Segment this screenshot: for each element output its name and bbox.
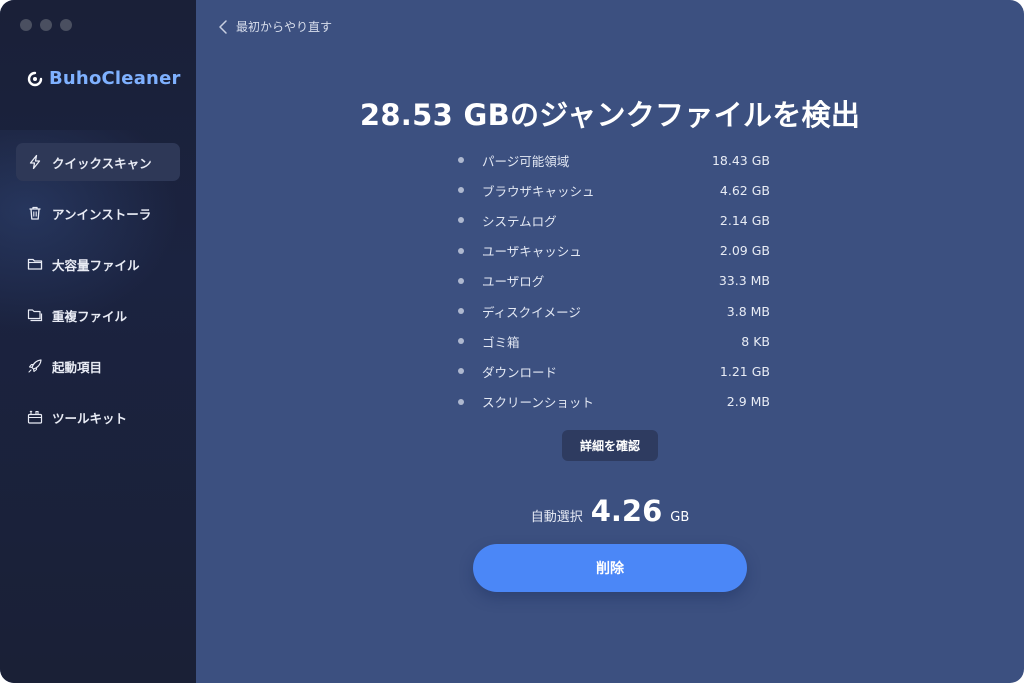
category-size: 2.9 MB — [726, 394, 770, 410]
sidebar-nav: クイックスキャン アンインストーラ 大容量ファイル 重複ファイル 起動項目 ツー… — [16, 143, 180, 449]
category-label: ブラウザキャッシュ — [482, 183, 595, 199]
app-window: BuhoCleaner クイックスキャン アンインストーラ 大容量ファイル 重複… — [0, 0, 1024, 683]
auto-select-label: 自動選択 — [530, 510, 583, 525]
sidebar-item-label: クイックスキャン — [52, 155, 152, 171]
sidebar-item-label: 起動項目 — [52, 359, 103, 375]
list-item: パージ可能領域 18.43 GB — [458, 145, 770, 175]
category-label: ユーザログ — [482, 274, 545, 290]
main-panel: 最初からやり直す 28.53 GBのジャンクファイルを検出 パージ可能領域 18.… — [196, 0, 1024, 683]
sidebar-item-toolkit[interactable]: ツールキット — [16, 398, 180, 436]
list-item: ゴミ箱 8 KB — [458, 326, 770, 356]
category-size: 18.43 GB — [711, 152, 770, 168]
scan-result-title: 28.53 GBのジャンクファイルを検出 — [196, 92, 1024, 134]
bullet-icon — [458, 368, 464, 375]
rocket-icon — [28, 359, 42, 373]
zoom-window-button[interactable] — [60, 19, 72, 31]
window-controls — [20, 19, 72, 31]
app-brand: BuhoCleaner — [27, 68, 181, 89]
category-label: パージ可能領域 — [482, 153, 570, 169]
sidebar-item-duplicate-files[interactable]: 重複ファイル — [16, 296, 180, 334]
sidebar-item-startup-items[interactable]: 起動項目 — [16, 347, 180, 385]
list-item: ブラウザキャッシュ 4.62 GB — [458, 175, 770, 205]
view-details-button[interactable]: 詳細を確認 — [562, 430, 658, 461]
list-item: ダウンロード 1.21 GB — [458, 356, 770, 386]
bullet-icon — [458, 277, 464, 284]
folder-icon — [27, 258, 43, 270]
sidebar-item-label: 重複ファイル — [52, 308, 128, 324]
sidebar-item-label: アンインストーラ — [52, 206, 152, 222]
sidebar-item-quick-scan[interactable]: クイックスキャン — [16, 143, 180, 181]
auto-select-amount: 4.26 — [590, 494, 663, 528]
auto-select-unit: GB — [670, 510, 690, 525]
sidebar-item-large-files[interactable]: 大容量ファイル — [16, 245, 180, 283]
bullet-icon — [458, 308, 464, 315]
lightning-icon — [29, 154, 41, 170]
sidebar-item-uninstaller[interactable]: アンインストーラ — [16, 194, 180, 232]
delete-button[interactable]: 削除 — [473, 544, 747, 592]
minimize-window-button[interactable] — [40, 19, 52, 31]
bullet-icon — [458, 157, 464, 164]
headline-suffix: のジャンクファイルを検出 — [510, 98, 861, 132]
bullet-icon — [458, 398, 464, 405]
category-size: 1.21 GB — [719, 363, 770, 379]
category-label: ダウンロード — [482, 364, 558, 380]
bullet-icon — [458, 338, 464, 345]
sidebar-item-label: ツールキット — [52, 410, 128, 426]
list-item: システムログ 2.14 GB — [458, 205, 770, 235]
total-junk-unit: GB — [463, 98, 510, 132]
list-item: ディスクイメージ 3.8 MB — [458, 296, 770, 326]
sidebar-item-label: 大容量ファイル — [52, 257, 140, 273]
start-over-label: 最初からやり直す — [236, 20, 333, 34]
app-name: BuhoCleaner — [49, 68, 181, 89]
chevron-left-icon — [219, 19, 227, 34]
category-size: 4.62 GB — [719, 182, 770, 198]
owl-logo-icon — [27, 71, 43, 86]
category-size: 2.09 GB — [719, 243, 770, 259]
duplicate-folder-icon — [27, 309, 43, 322]
list-item: スクリーンショット 2.9 MB — [458, 387, 770, 417]
bullet-icon — [458, 187, 464, 194]
category-label: ディスクイメージ — [482, 304, 581, 320]
category-size: 8 KB — [741, 333, 770, 349]
bullet-icon — [458, 247, 464, 254]
category-size: 3.8 MB — [726, 303, 770, 319]
list-item: ユーザキャッシュ 2.09 GB — [458, 236, 770, 266]
sidebar: BuhoCleaner クイックスキャン アンインストーラ 大容量ファイル 重複… — [0, 0, 196, 683]
list-item: ユーザログ 33.3 MB — [458, 266, 770, 296]
category-size: 33.3 MB — [718, 273, 770, 289]
auto-selected-summary: 自動選択 4.26 GB — [196, 494, 1024, 528]
trash-icon — [29, 206, 41, 220]
category-label: システムログ — [482, 213, 557, 229]
total-junk-size: 28.53 — [359, 98, 454, 132]
category-label: ゴミ箱 — [482, 334, 520, 350]
start-over-link[interactable]: 最初からやり直す — [218, 18, 332, 35]
category-label: スクリーンショット — [482, 395, 594, 411]
category-label: ユーザキャッシュ — [482, 244, 582, 260]
junk-category-list: パージ可能領域 18.43 GB ブラウザキャッシュ 4.62 GB システムログ 2… — [458, 145, 770, 417]
close-window-button[interactable] — [20, 19, 32, 31]
bullet-icon — [458, 217, 464, 224]
category-size: 2.14 GB — [719, 212, 770, 228]
toolkit-icon — [27, 410, 43, 424]
